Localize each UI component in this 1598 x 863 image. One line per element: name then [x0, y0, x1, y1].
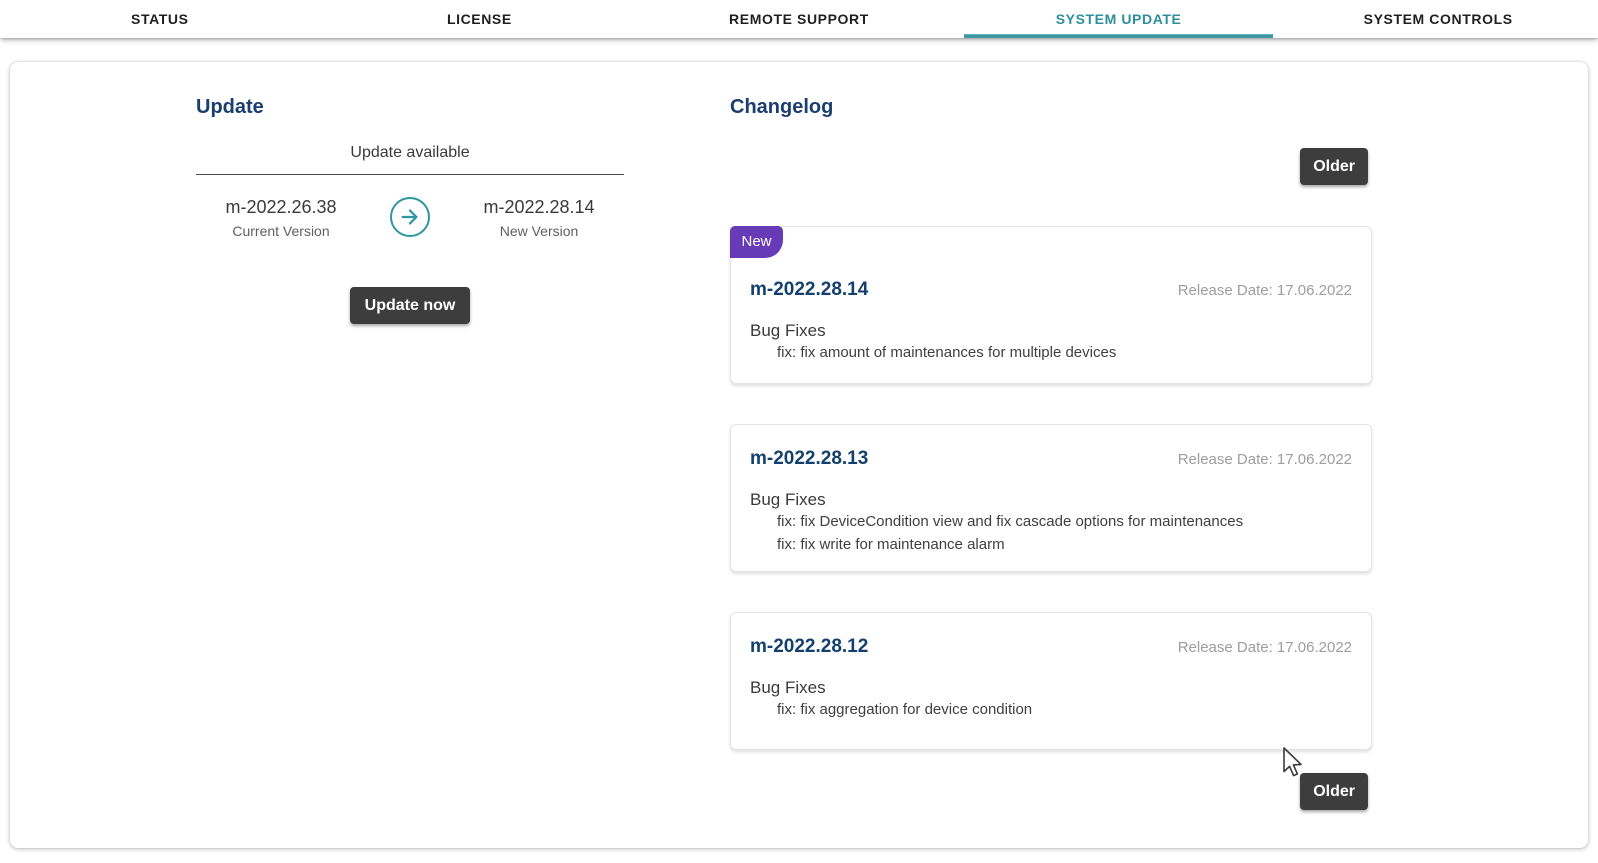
new-version-number: m-2022.28.14: [454, 195, 624, 219]
tab-system-update-label: SYSTEM UPDATE: [1056, 11, 1182, 27]
changelog-category: Bug Fixes: [750, 678, 1352, 698]
new-version-label: New Version: [454, 223, 624, 239]
changelog-card: m-2022.28.13 Release Date: 17.06.2022 Bu…: [730, 424, 1372, 572]
changelog-card-header: m-2022.28.14 Release Date: 17.06.2022: [750, 227, 1352, 301]
current-version-label: Current Version: [196, 223, 366, 239]
changelog-item: fix: fix amount of maintenances for mult…: [777, 341, 1352, 364]
update-section: Update Update available m-2022.26.38 Cur…: [196, 95, 624, 395]
tab-remote-support-label: REMOTE SUPPORT: [729, 11, 869, 27]
changelog-section: Changelog Older New m-2022.28.14 Release…: [730, 95, 1372, 825]
update-status-text: Update available: [196, 144, 624, 162]
system-update-panel: Update Update available m-2022.26.38 Cur…: [10, 62, 1588, 848]
changelog-release-date: Release Date: 17.06.2022: [1178, 282, 1352, 299]
tab-status[interactable]: STATUS: [0, 0, 320, 38]
update-now-button[interactable]: Update now: [350, 287, 470, 324]
changelog-version: m-2022.28.12: [750, 636, 868, 658]
new-badge: New: [730, 226, 783, 258]
changelog-item: fix: fix write for maintenance alarm: [777, 533, 1352, 556]
changelog-item-list: fix: fix DeviceCondition view and fix ca…: [777, 510, 1352, 556]
update-section-title: Update: [196, 95, 624, 119]
older-button-top[interactable]: Older: [1300, 148, 1368, 185]
tab-system-controls[interactable]: SYSTEM CONTROLS: [1278, 0, 1598, 38]
changelog-item: fix: fix DeviceCondition view and fix ca…: [777, 510, 1352, 533]
changelog-category: Bug Fixes: [750, 490, 1352, 510]
arrow-right-icon: [390, 197, 430, 237]
new-version-box: m-2022.28.14 New Version: [454, 195, 624, 239]
tab-system-update[interactable]: SYSTEM UPDATE: [959, 0, 1279, 38]
changelog-category: Bug Fixes: [750, 321, 1352, 341]
changelog-card-header: m-2022.28.12 Release Date: 17.06.2022: [750, 613, 1352, 658]
changelog-card-header: m-2022.28.13 Release Date: 17.06.2022: [750, 425, 1352, 470]
current-version-box: m-2022.26.38 Current Version: [196, 195, 366, 239]
changelog-release-date: Release Date: 17.06.2022: [1178, 451, 1352, 468]
version-transition-row: m-2022.26.38 Current Version m-2022.28.1…: [196, 195, 624, 239]
tab-license-label: LICENSE: [447, 11, 512, 27]
changelog-item-list: fix: fix amount of maintenances for mult…: [777, 341, 1352, 364]
changelog-version: m-2022.28.14: [750, 279, 868, 301]
changelog-version: m-2022.28.13: [750, 448, 868, 470]
changelog-item: fix: fix aggregation for device conditio…: [777, 698, 1352, 721]
changelog-item-list: fix: fix aggregation for device conditio…: [777, 698, 1352, 721]
tab-license[interactable]: LICENSE: [320, 0, 640, 38]
tab-remote-support[interactable]: REMOTE SUPPORT: [639, 0, 959, 38]
older-button-bottom[interactable]: Older: [1300, 773, 1368, 810]
tab-system-controls-label: SYSTEM CONTROLS: [1364, 11, 1513, 27]
update-divider: [196, 174, 624, 175]
current-version-number: m-2022.26.38: [196, 195, 366, 219]
changelog-section-title: Changelog: [730, 95, 1372, 119]
changelog-card: m-2022.28.12 Release Date: 17.06.2022 Bu…: [730, 612, 1372, 750]
changelog-release-date: Release Date: 17.06.2022: [1178, 639, 1352, 656]
changelog-card: New m-2022.28.14 Release Date: 17.06.202…: [730, 226, 1372, 384]
tab-active-underline: [964, 34, 1274, 38]
tab-status-label: STATUS: [131, 11, 189, 27]
top-tab-bar: STATUS LICENSE REMOTE SUPPORT SYSTEM UPD…: [0, 0, 1598, 38]
